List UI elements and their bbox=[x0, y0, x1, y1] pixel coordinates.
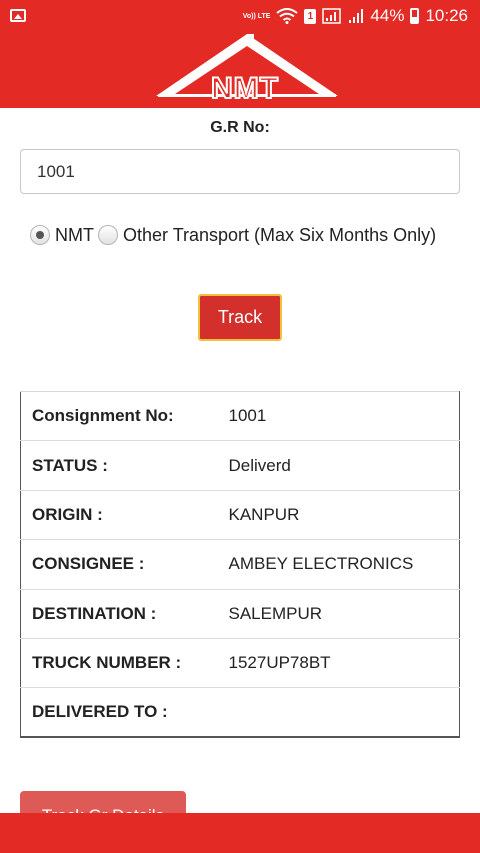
volte-icon: Vo)) LTE bbox=[242, 12, 271, 20]
battery-icon bbox=[410, 8, 420, 24]
detail-value: 1527UP78BT bbox=[217, 638, 460, 689]
gr-no-label: G.R No: bbox=[210, 119, 270, 136]
detail-label: TRUCK NUMBER : bbox=[20, 638, 218, 689]
detail-label: ORIGIN : bbox=[20, 490, 218, 541]
consignment-details-table: Consignment No: 1001 STATUS : Deliverd O… bbox=[20, 391, 460, 739]
gr-no-input[interactable] bbox=[20, 149, 460, 194]
signal-icon bbox=[322, 8, 342, 24]
status-icons: Vo)) LTE 1 44% 10:26 bbox=[243, 5, 468, 27]
table-row: ORIGIN : KANPUR bbox=[20, 490, 460, 541]
clock: 10:26 bbox=[425, 6, 468, 25]
detail-value: 1001 bbox=[217, 391, 460, 442]
transport-radio-group: NMT Other Transport (Max Six Months Only… bbox=[30, 222, 440, 248]
image-notification-icon bbox=[10, 9, 26, 22]
detail-label: Consignment No: bbox=[20, 391, 218, 442]
table-row: Consignment No: 1001 bbox=[20, 391, 460, 442]
detail-label: DELIVERED TO : bbox=[20, 687, 218, 738]
nmt-radio-label[interactable]: NMT bbox=[55, 225, 94, 246]
battery-percent: 44% bbox=[370, 6, 405, 25]
detail-value: Deliverd bbox=[217, 440, 460, 491]
table-row: CONSIGNEE : AMBEY ELECTRONICS bbox=[20, 539, 460, 590]
detail-value: KANPUR bbox=[217, 490, 460, 541]
footer-bar bbox=[0, 813, 480, 853]
table-row: STATUS : Deliverd bbox=[20, 440, 460, 491]
detail-label: CONSIGNEE : bbox=[20, 539, 218, 590]
other-transport-radio[interactable] bbox=[98, 225, 118, 245]
wifi-icon bbox=[276, 8, 299, 24]
status-bar: Vo)) LTE 1 44% 10:26 bbox=[0, 0, 480, 32]
table-row: TRUCK NUMBER : 1527UP78BT bbox=[20, 638, 460, 689]
logo-text: NMT bbox=[210, 71, 279, 106]
detail-value: AMBEY ELECTRONICS bbox=[217, 539, 460, 590]
detail-label: DESTINATION : bbox=[20, 589, 218, 639]
nmt-radio[interactable] bbox=[30, 225, 50, 245]
signal-icon-2 bbox=[349, 9, 364, 23]
sim-icon: 1 bbox=[304, 8, 317, 24]
detail-value: SALEMPUR bbox=[217, 589, 460, 639]
table-row: DESTINATION : SALEMPUR bbox=[20, 589, 460, 639]
other-transport-radio-label[interactable]: Other Transport (Max Six Months Only) bbox=[123, 225, 436, 246]
app-header: NMT bbox=[0, 32, 480, 108]
detail-value bbox=[217, 687, 460, 738]
detail-label: STATUS : bbox=[20, 440, 218, 491]
track-button[interactable]: Track bbox=[198, 294, 282, 341]
table-row: DELIVERED TO : bbox=[20, 687, 460, 738]
